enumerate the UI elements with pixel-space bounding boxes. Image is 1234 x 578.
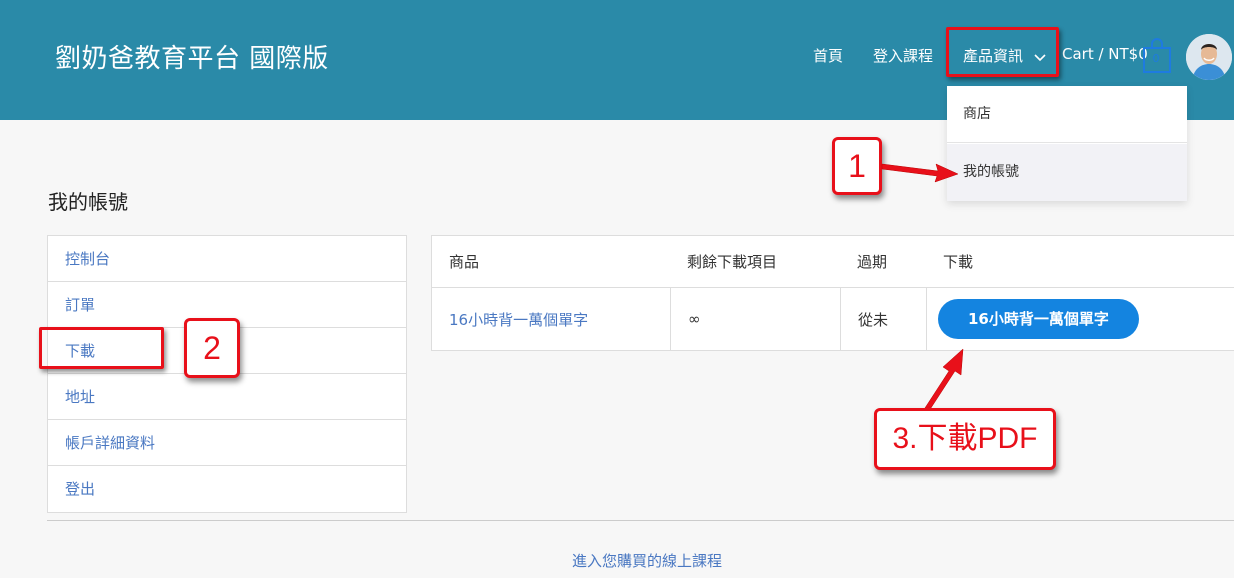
table-header-product: 商品 (449, 253, 480, 271)
annotation-step-3: 3.下載PDF (874, 408, 1056, 470)
table-cell-download: 16小時背一萬個單字 (926, 288, 1234, 350)
annotation-highlight-products (946, 27, 1059, 77)
annotation-highlight-downloads (39, 327, 164, 369)
sidebar-item-dashboard[interactable]: 控制台 (48, 236, 406, 282)
downloads-table: 商品 剩餘下載項目 過期 下載 16小時背一萬個單字 ∞ 從未 16小時背一萬個… (431, 235, 1234, 351)
table-cell-remaining: ∞ (670, 288, 840, 350)
annotation-step-1: 1 (832, 137, 882, 195)
site-title[interactable]: 劉奶爸教育平台 國際版 (55, 38, 329, 75)
table-row: 16小時背一萬個單字 ∞ 從未 16小時背一萬個單字 (432, 288, 1234, 350)
nav-login-course[interactable]: 登入課程 (873, 45, 933, 66)
table-cell-expires: 從未 (840, 288, 926, 350)
table-header-expires: 過期 (857, 253, 888, 271)
cart-link[interactable]: Cart / NT$0 (1062, 45, 1148, 63)
cart-count-badge: 0 (1152, 52, 1160, 65)
annotation-arrow-3 (922, 348, 964, 412)
section-divider (47, 520, 1234, 521)
table-header-download: 下載 (943, 253, 974, 271)
sidebar-item-logout[interactable]: 登出 (48, 466, 406, 512)
annotation-step-2: 2 (184, 318, 240, 378)
annotation-arrow-1 (881, 163, 959, 183)
dropdown-item-shop[interactable]: 商店 (947, 86, 1187, 143)
table-header-row: 商品 剩餘下載項目 過期 下載 (432, 236, 1234, 288)
product-link[interactable]: 16小時背一萬個單字 (449, 309, 588, 330)
avatar[interactable] (1186, 34, 1232, 80)
download-file-button[interactable]: 16小時背一萬個單字 (938, 299, 1139, 339)
purchased-courses-link[interactable]: 進入您購買的線上課程 (0, 550, 1234, 571)
products-dropdown-menu: 商店 我的帳號 (947, 86, 1187, 201)
sidebar-item-addresses[interactable]: 地址 (48, 374, 406, 420)
nav-home[interactable]: 首頁 (813, 45, 843, 66)
sidebar-item-account-details[interactable]: 帳戶詳細資料 (48, 420, 406, 466)
cart-bag-icon[interactable]: 0 (1142, 38, 1172, 74)
dropdown-item-my-account[interactable]: 我的帳號 (947, 144, 1187, 201)
table-header-remaining: 剩餘下載項目 (687, 253, 778, 271)
page-title: 我的帳號 (48, 190, 128, 214)
table-cell-product: 16小時背一萬個單字 (432, 288, 670, 350)
